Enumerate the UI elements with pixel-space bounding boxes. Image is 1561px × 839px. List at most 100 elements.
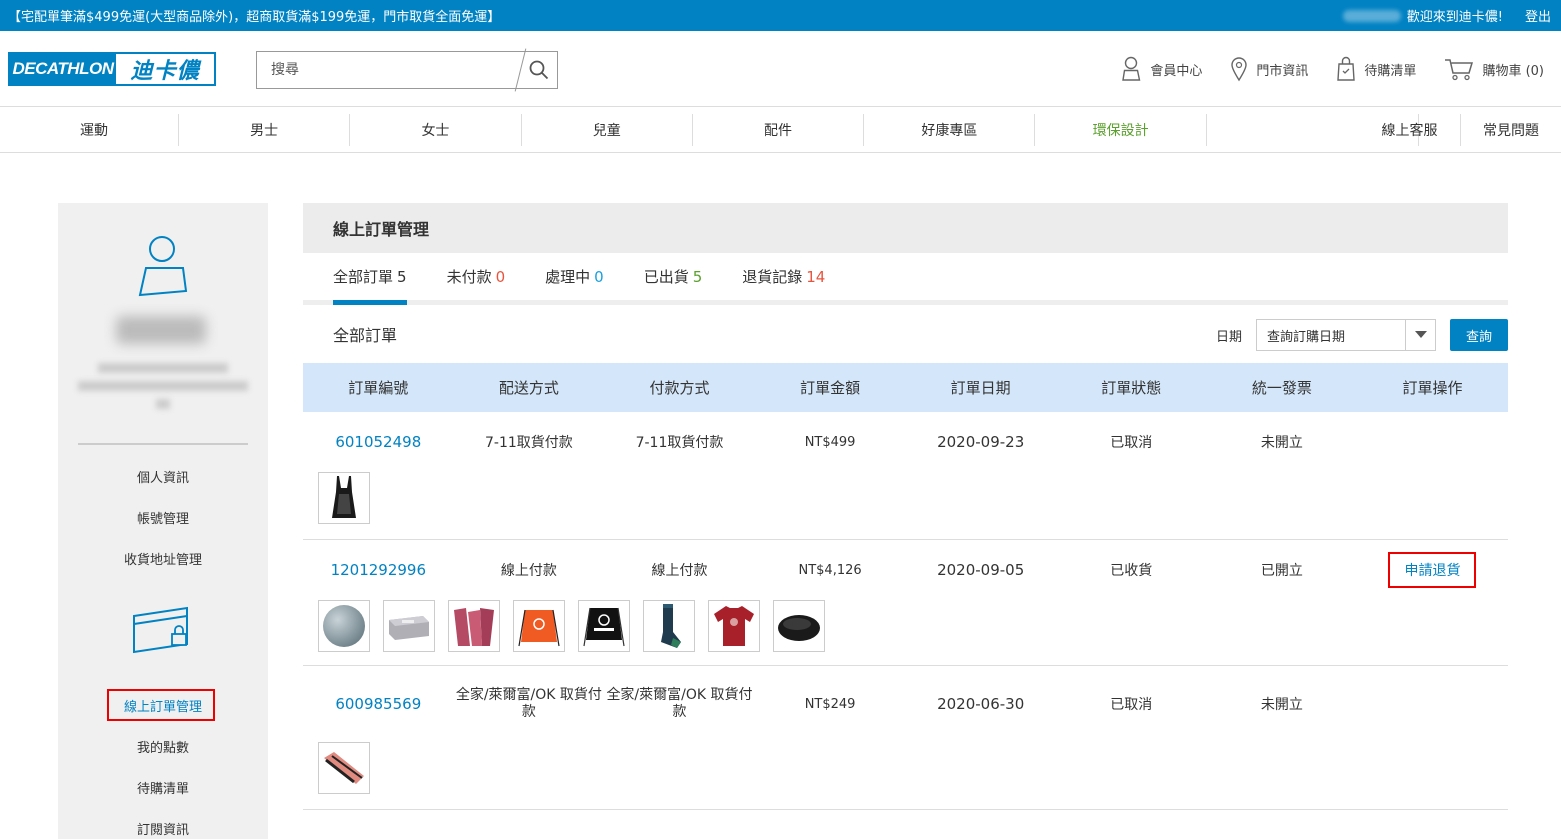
tshirt-icon	[714, 606, 754, 646]
product-thumbnail[interactable]	[773, 600, 825, 652]
product-thumbnail[interactable]	[513, 600, 565, 652]
order-invoice: 未開立	[1260, 697, 1303, 713]
search-box	[256, 48, 558, 92]
table-row: 1201292996 線上付款 線上付款 NT$4,126 2020-09-05…	[303, 540, 1508, 666]
swimsuit-icon	[332, 476, 356, 518]
col-status: 訂單狀態	[1101, 379, 1162, 397]
tab-all-orders[interactable]: 全部訂單 5	[333, 253, 407, 305]
sock-icon	[661, 604, 681, 648]
order-payment: 7-11取貨付款	[635, 435, 724, 451]
logo-zh: 迪卡儂	[130, 59, 200, 84]
sidebar-item-points[interactable]: 我的點數	[58, 737, 268, 756]
order-invoice: 未開立	[1260, 435, 1303, 451]
header-nav: 會員中心 門市資訊 待購清單 購物車 (0)	[1120, 56, 1544, 82]
store-info-link[interactable]: 門市資訊	[1230, 56, 1308, 82]
tab-unpaid[interactable]: 未付款 0	[447, 253, 506, 300]
product-thumbnail[interactable]	[643, 600, 695, 652]
tab-label: 已出貨	[643, 268, 689, 286]
sidebar-item-online-orders[interactable]: 線上訂單管理	[58, 696, 268, 715]
cart-link[interactable]: 購物車 (0)	[1444, 56, 1544, 82]
member-center-link[interactable]: 會員中心	[1120, 56, 1202, 82]
faq-link[interactable]: 常見問題	[1461, 114, 1561, 146]
order-shipping: 線上付款	[500, 563, 557, 579]
cart-icon	[1445, 59, 1474, 81]
search-input[interactable]	[257, 52, 520, 88]
sidebar-item-subscription[interactable]: 訂閱資訊	[58, 819, 268, 838]
search-icon	[529, 60, 549, 80]
promo-bar: 【宅配單筆滿$499免運(大型商品除外)，超商取貨滿$199免運，門市取貨全面免…	[0, 0, 1561, 31]
tab-processing[interactable]: 處理中 0	[545, 253, 604, 300]
table-row: 601052498 7-11取貨付款 7-11取貨付款 NT$499 2020-…	[303, 412, 1508, 540]
product-thumbnail[interactable]	[383, 600, 435, 652]
tab-count: 5	[692, 267, 703, 286]
gym-ball-icon	[323, 605, 365, 647]
order-id-link[interactable]: 601052498	[303, 412, 454, 472]
user-name-blurred	[116, 316, 206, 344]
tab-count: 0	[594, 267, 604, 286]
request-return-button[interactable]: 申請退貨	[1388, 552, 1477, 588]
decathlon-logo[interactable]: DECATHLON 迪卡儂	[8, 52, 216, 86]
category-kids[interactable]: 兒童	[522, 114, 693, 146]
order-status: 已取消	[1110, 435, 1153, 451]
site-header: DECATHLON 迪卡儂 會員中心 門市資訊 待購清單 購物車 (0)	[0, 31, 1561, 107]
date-select[interactable]: 查詢訂購日期	[1256, 319, 1436, 351]
order-shipping: 全家/萊爾富/OK 取貨付款	[455, 687, 602, 720]
category-accessories[interactable]: 配件	[693, 114, 865, 146]
product-thumbnail[interactable]	[578, 600, 630, 652]
sidebar-item-account[interactable]: 帳號管理	[58, 508, 268, 527]
order-status: 已收貨	[1110, 563, 1153, 579]
col-payment: 付款方式	[649, 379, 710, 397]
table-row: 600985569 全家/萊爾富/OK 取貨付款 全家/萊爾富/OK 取貨付款 …	[303, 666, 1508, 810]
order-date: 2020-09-05	[937, 561, 1025, 579]
user-name-blurred	[1342, 9, 1401, 22]
page-title: 線上訂單管理	[303, 203, 1508, 253]
section-title: 全部訂單	[333, 326, 398, 345]
product-thumbnail[interactable]	[318, 742, 370, 794]
user-profile-icon	[138, 236, 188, 297]
user-id-blurred	[98, 363, 228, 373]
online-service-link[interactable]: 線上客服	[1359, 114, 1461, 146]
col-invoice: 統一發票	[1251, 379, 1312, 397]
order-date: 2020-06-30	[937, 695, 1025, 713]
sidebar-item-profile[interactable]: 個人資訊	[58, 467, 268, 486]
order-payment: 線上付款	[651, 563, 708, 579]
category-sports[interactable]: 運動	[0, 114, 179, 146]
search-button[interactable]	[521, 52, 557, 88]
drawstring-bag-black-icon	[583, 607, 625, 647]
order-action-empty	[1357, 412, 1508, 472]
category-eco-design[interactable]: 環保設計	[1035, 114, 1207, 146]
category-deals[interactable]: 好康專區	[864, 114, 1036, 146]
order-id-link[interactable]: 1201292996	[303, 540, 454, 600]
wishlist-label: 待購清單	[1364, 63, 1417, 79]
orders-toolbar: 全部訂單 日期 查詢訂購日期 查詢	[303, 305, 1508, 363]
resistance-loop-icon	[324, 752, 364, 784]
orders-table-header: 訂單編號 配送方式 付款方式 訂單金額 訂單日期 訂單狀態 統一發票 訂單操作	[303, 363, 1508, 412]
product-thumbnail[interactable]	[708, 600, 760, 652]
tab-count: 0	[495, 267, 506, 286]
col-shipping: 配送方式	[498, 379, 559, 397]
tab-count: 14	[806, 267, 826, 286]
chevron-down-icon	[1405, 320, 1435, 350]
category-men[interactable]: 男士	[179, 114, 351, 146]
product-thumbnail[interactable]	[318, 472, 370, 524]
col-actions: 訂單操作	[1402, 379, 1463, 397]
tab-shipped[interactable]: 已出貨 5	[644, 253, 703, 300]
user-email-blurred-2	[156, 399, 170, 409]
sidebar-item-address[interactable]: 收貨地址管理	[58, 549, 268, 568]
category-women[interactable]: 女士	[350, 114, 522, 146]
order-status: 已取消	[1110, 697, 1153, 713]
wishlist-link[interactable]: 待購清單	[1336, 56, 1416, 82]
logo-en: DECATHLON	[10, 54, 116, 84]
member-center-label: 會員中心	[1150, 63, 1203, 79]
product-thumbnail[interactable]	[318, 600, 370, 652]
logout-link[interactable]: 登出	[1525, 6, 1551, 25]
order-payment: 全家/萊爾富/OK 取貨付款	[606, 687, 753, 720]
store-info-label: 門市資訊	[1256, 63, 1309, 79]
order-id-link[interactable]: 600985569	[303, 666, 454, 742]
sidebar-item-wishlist[interactable]: 待購清單	[58, 778, 268, 797]
promo-text: 【宅配單筆滿$499免運(大型商品除外)，超商取貨滿$199免運，門市取貨全面免…	[8, 10, 501, 25]
product-thumbnail[interactable]	[448, 600, 500, 652]
query-button[interactable]: 查詢	[1450, 319, 1508, 351]
order-action-empty	[1357, 666, 1508, 742]
tab-returns[interactable]: 退貨記錄 14	[742, 253, 825, 300]
